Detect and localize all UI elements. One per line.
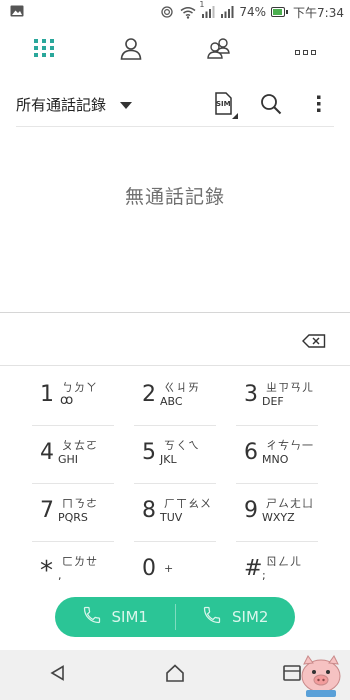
key-digit: 6 — [244, 440, 258, 465]
keypad-divider — [0, 365, 350, 366]
dial-key-star[interactable]: * ㄈㄌㄝ , — [32, 542, 114, 600]
filter-divider — [16, 126, 334, 127]
key-digit: 2 — [142, 382, 156, 407]
person-icon — [119, 36, 143, 64]
call-button-bar: SIM1 SIM2 — [55, 597, 295, 637]
search-icon[interactable] — [256, 89, 286, 119]
back-triangle-icon — [50, 665, 66, 685]
key-letters: GHI — [58, 453, 79, 466]
key-digit: # — [244, 556, 263, 581]
dial-key-0[interactable]: 0 + — [134, 542, 216, 600]
key-letters: , — [58, 569, 62, 582]
signal-icon: 1 — [199, 0, 215, 19]
sim1-label: SIM1 — [111, 608, 148, 626]
dial-key-8[interactable]: 8 ㄏㄒㄠㄨ TUV — [134, 484, 216, 542]
wifi-icon — [180, 6, 196, 19]
more-vertical-icon[interactable] — [304, 89, 334, 119]
key-zhuyin: ㄆㄊㄛ — [62, 439, 98, 452]
dial-key-4[interactable]: 4 ㄆㄊㄛ GHI — [32, 426, 114, 484]
key-digit: 9 — [244, 498, 258, 523]
key-zhuyin: ㄈㄌㄝ — [62, 555, 98, 568]
key-zhuyin: ㄏㄒㄠㄨ — [164, 497, 212, 510]
key-digit: 1 — [40, 382, 54, 407]
status-bar: 1 74% 下午7:34 — [0, 0, 350, 24]
call-sim2-button[interactable]: SIM2 — [176, 605, 296, 629]
dial-key-6[interactable]: 6 ㄔㄘㄣ一 MNO — [236, 426, 318, 484]
dropdown-triangle-icon[interactable] — [120, 95, 133, 114]
key-zhuyin: ㄍㄐㄞ — [164, 381, 200, 394]
more-horizontal-icon — [295, 41, 317, 60]
tab-more[interactable] — [263, 30, 350, 70]
dialpad: 1 ㄅㄉㄚ ꝏ 2 ㄍㄐㄞ ABC 3 ㄓㄗㄢㄦ DEF 4 ㄆㄊㄛ GHI 5… — [32, 368, 318, 600]
key-zhuyin: ㄖㄥㄦ — [266, 555, 302, 568]
key-zhuyin: ㄔㄘㄣ一 — [266, 439, 314, 452]
battery-percent: 74% — [239, 5, 267, 19]
call-sim1-button[interactable]: SIM1 — [55, 605, 175, 629]
battery-icon — [271, 7, 289, 17]
dial-key-7[interactable]: 7 ㄇㄋㄜ PQRS — [32, 484, 114, 542]
key-digit: 7 — [40, 498, 54, 523]
sim-card-button[interactable]: SIM — [208, 89, 238, 119]
key-letters: ABC — [160, 395, 183, 408]
backspace-icon[interactable] — [302, 333, 330, 349]
pig-mascot-watermark-icon — [294, 650, 348, 698]
clock: 下午7:34 — [293, 5, 344, 20]
tab-dialpad[interactable] — [0, 30, 88, 70]
home-icon — [165, 664, 185, 686]
key-zhuyin: ㄕㄙㄤㄩ — [266, 497, 314, 510]
phone-icon — [202, 605, 222, 629]
group-icon — [206, 37, 232, 63]
key-letters: PQRS — [58, 511, 88, 524]
key-zhuyin: ㄇㄋㄜ — [62, 497, 98, 510]
key-letters: DEF — [262, 395, 284, 408]
vibrate-icon — [159, 5, 175, 19]
key-letters: TUV — [160, 511, 183, 524]
sim2-label: SIM2 — [232, 608, 269, 626]
tab-groups[interactable] — [175, 30, 263, 70]
signal-icon — [220, 5, 234, 19]
key-letters: JKL — [160, 453, 177, 466]
phone-icon — [82, 605, 102, 629]
key-plus: + — [164, 562, 175, 575]
key-zhuyin: ㄓㄗㄢㄦ — [266, 381, 314, 394]
voicemail-icon: ꝏ — [60, 393, 74, 408]
key-digit: 4 — [40, 440, 54, 465]
dial-input-divider — [0, 312, 350, 313]
home-button[interactable] — [145, 655, 205, 695]
empty-call-log-message: 無通話記錄 — [124, 186, 225, 208]
back-button[interactable] — [28, 655, 88, 695]
key-digit: 0 — [142, 556, 156, 581]
tab-bar — [0, 30, 350, 70]
dialpad-icon — [33, 39, 54, 61]
sim-card-label: SIM — [216, 100, 231, 108]
dial-key-hash[interactable]: # ㄖㄥㄦ ; — [236, 542, 318, 600]
dial-key-3[interactable]: 3 ㄓㄗㄢㄦ DEF — [236, 368, 318, 426]
key-letters: ; — [262, 569, 266, 582]
dial-key-9[interactable]: 9 ㄕㄙㄤㄩ WXYZ — [236, 484, 318, 542]
image-icon — [10, 5, 24, 20]
key-zhuyin: ㄎㄑㄟ — [164, 439, 200, 452]
dial-key-5[interactable]: 5 ㄎㄑㄟ JKL — [134, 426, 216, 484]
key-digit: * — [40, 556, 53, 586]
key-letters: MNO — [262, 453, 289, 466]
key-digit: 5 — [142, 440, 156, 465]
key-digit: 8 — [142, 498, 156, 523]
dial-key-1[interactable]: 1 ㄅㄉㄚ ꝏ — [32, 368, 114, 426]
dial-key-2[interactable]: 2 ㄍㄐㄞ ABC — [134, 368, 216, 426]
call-log-filter-row: 所有通話記錄 SIM — [16, 84, 334, 124]
call-log-filter-label[interactable]: 所有通話記錄 — [16, 94, 106, 115]
key-letters: WXYZ — [262, 511, 295, 524]
key-digit: 3 — [244, 382, 258, 407]
tab-contacts[interactable] — [88, 30, 176, 70]
sim-indicator: 1 — [199, 0, 205, 9]
